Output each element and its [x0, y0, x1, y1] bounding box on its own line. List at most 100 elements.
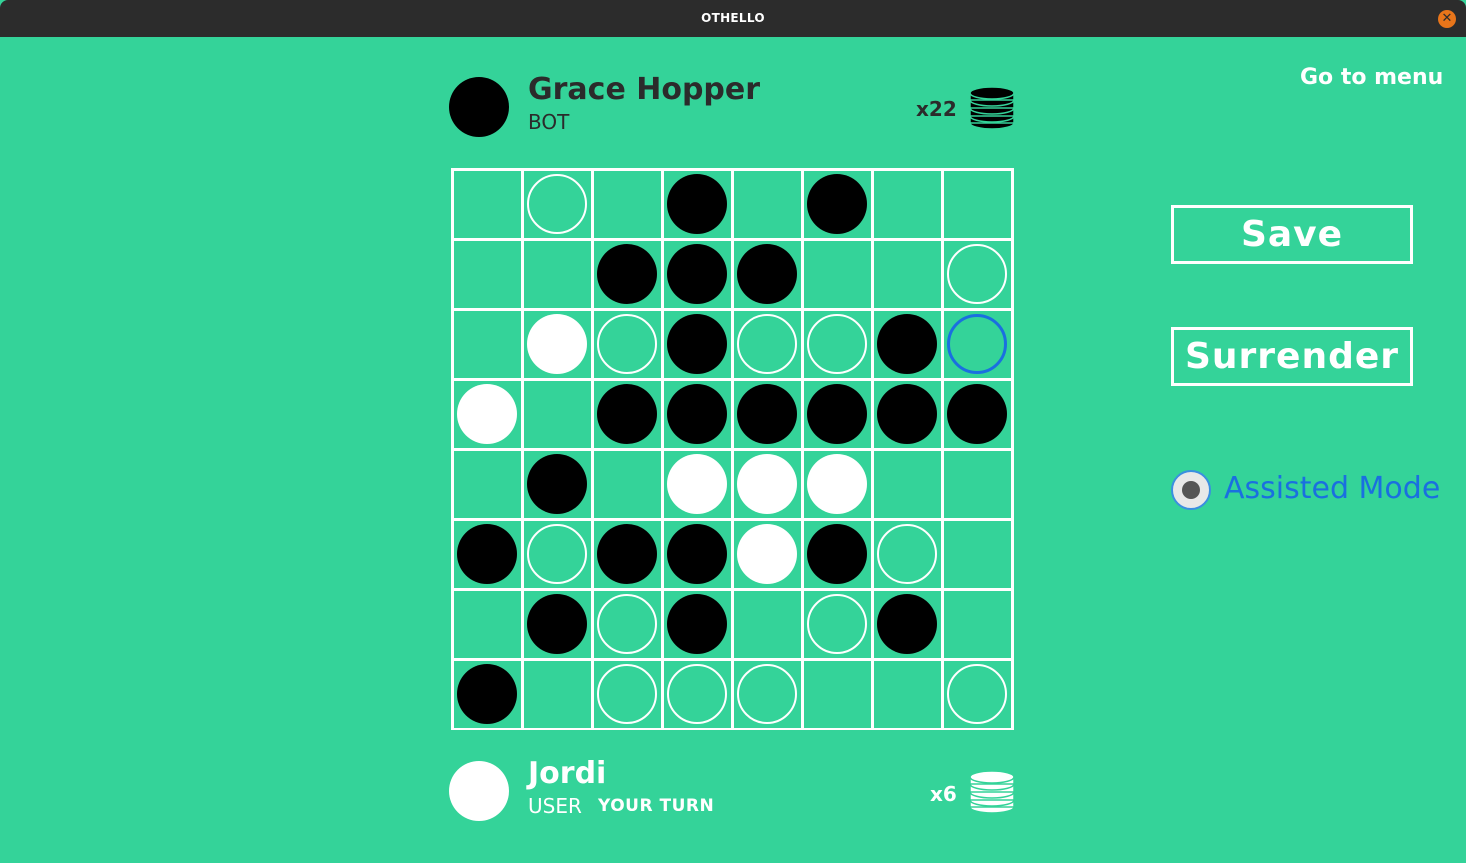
go-to-menu-link[interactable]: Go to menu	[1300, 65, 1443, 90]
board-cell-r4-c5[interactable]	[732, 379, 802, 449]
board-cell-r7-c5[interactable]	[732, 589, 802, 659]
board-cell-r4-c2[interactable]	[522, 379, 592, 449]
assisted-mode-label[interactable]: Assisted Mode	[1224, 471, 1440, 506]
board-cell-r6-c2[interactable]	[522, 519, 592, 589]
radio-dot-icon	[1182, 481, 1200, 499]
black-disc	[667, 384, 727, 444]
board-cell-r7-c4[interactable]	[662, 589, 732, 659]
board-cell-r5-c8[interactable]	[942, 449, 1012, 519]
black-disc	[737, 244, 797, 304]
board-cell-r1-c8[interactable]	[942, 169, 1012, 239]
board-cell-r8-c4[interactable]	[662, 659, 732, 729]
board-cell-r1-c7[interactable]	[872, 169, 942, 239]
move-hint-ring[interactable]	[597, 594, 657, 654]
board-cell-r6-c7[interactable]	[872, 519, 942, 589]
board-cell-r7-c2[interactable]	[522, 589, 592, 659]
board-cell-r5-c4[interactable]	[662, 449, 732, 519]
board-cell-r8-c7[interactable]	[872, 659, 942, 729]
black-coin-stack-icon	[969, 86, 1015, 130]
board-cell-r7-c1[interactable]	[452, 589, 522, 659]
board-cell-r7-c7[interactable]	[872, 589, 942, 659]
board-cell-r6-c4[interactable]	[662, 519, 732, 589]
board-cell-r5-c5[interactable]	[732, 449, 802, 519]
move-hint-ring[interactable]	[807, 314, 867, 374]
move-hint-ring[interactable]	[737, 664, 797, 724]
board-cell-r2-c3[interactable]	[592, 239, 662, 309]
board-cell-r3-c4[interactable]	[662, 309, 732, 379]
close-icon[interactable]: ✕	[1438, 10, 1456, 28]
turn-indicator: YOUR TURN	[598, 796, 715, 816]
board-cell-r8-c2[interactable]	[522, 659, 592, 729]
board-cell-r2-c6[interactable]	[802, 239, 872, 309]
board-cell-r1-c6[interactable]	[802, 169, 872, 239]
board-cell-r7-c3[interactable]	[592, 589, 662, 659]
black-disc	[457, 524, 517, 584]
board-cell-r4-c1[interactable]	[452, 379, 522, 449]
board-cell-r1-c5[interactable]	[732, 169, 802, 239]
board-cell-r4-c6[interactable]	[802, 379, 872, 449]
board-cell-r3-c1[interactable]	[452, 309, 522, 379]
board-cell-r7-c8[interactable]	[942, 589, 1012, 659]
board-cell-r3-c2[interactable]	[522, 309, 592, 379]
move-hint-ring[interactable]	[527, 174, 587, 234]
board-cell-r3-c3[interactable]	[592, 309, 662, 379]
board-cell-r6-c1[interactable]	[452, 519, 522, 589]
board-cell-r8-c8[interactable]	[942, 659, 1012, 729]
title-bar: OTHELLO ✕	[0, 0, 1466, 37]
board-cell-r2-c1[interactable]	[452, 239, 522, 309]
board-cell-r8-c3[interactable]	[592, 659, 662, 729]
board-cell-r6-c8[interactable]	[942, 519, 1012, 589]
move-hint-ring[interactable]	[947, 664, 1007, 724]
board-cell-r1-c3[interactable]	[592, 169, 662, 239]
move-hint-ring[interactable]	[877, 524, 937, 584]
board-cell-r5-c2[interactable]	[522, 449, 592, 519]
board-cell-r5-c1[interactable]	[452, 449, 522, 519]
board-cell-r8-c6[interactable]	[802, 659, 872, 729]
board-cell-r6-c5[interactable]	[732, 519, 802, 589]
board-cell-r2-c4[interactable]	[662, 239, 732, 309]
board-cell-r6-c3[interactable]	[592, 519, 662, 589]
board-cell-r6-c6[interactable]	[802, 519, 872, 589]
board-cell-r1-c4[interactable]	[662, 169, 732, 239]
black-disc	[807, 524, 867, 584]
board-cell-r8-c1[interactable]	[452, 659, 522, 729]
board-cell-r4-c8[interactable]	[942, 379, 1012, 449]
board-cell-r5-c3[interactable]	[592, 449, 662, 519]
save-button[interactable]: Save	[1171, 205, 1413, 264]
black-disc	[597, 524, 657, 584]
move-hint-ring[interactable]	[527, 524, 587, 584]
board-cell-r1-c1[interactable]	[452, 169, 522, 239]
move-hint-ring[interactable]	[807, 594, 867, 654]
user-role: USER	[528, 794, 582, 818]
board-cell-r1-c2[interactable]	[522, 169, 592, 239]
move-hint-ring[interactable]	[597, 314, 657, 374]
board-cell-r7-c6[interactable]	[802, 589, 872, 659]
board-cell-r5-c6[interactable]	[802, 449, 872, 519]
assisted-mode-radio[interactable]	[1171, 470, 1211, 510]
black-disc	[667, 594, 727, 654]
game-screen: Grace Hopper BOT x22 Jordi USER YOUR TUR…	[0, 37, 1466, 863]
board-cell-r5-c7[interactable]	[872, 449, 942, 519]
board-cell-r3-c7[interactable]	[872, 309, 942, 379]
board-cell-r4-c4[interactable]	[662, 379, 732, 449]
board-cell-r2-c8[interactable]	[942, 239, 1012, 309]
board-cell-r3-c6[interactable]	[802, 309, 872, 379]
board-cell-r4-c7[interactable]	[872, 379, 942, 449]
move-hint-ring[interactable]	[947, 244, 1007, 304]
opponent-disc-count: x22	[916, 97, 957, 121]
surrender-button[interactable]: Surrender	[1171, 327, 1413, 386]
board-cell-r3-c8[interactable]	[942, 309, 1012, 379]
board-cell-r8-c5[interactable]	[732, 659, 802, 729]
board-cell-r4-c3[interactable]	[592, 379, 662, 449]
move-hint-ring[interactable]	[597, 664, 657, 724]
opponent-name: Grace Hopper	[528, 72, 761, 107]
move-hint-ring[interactable]	[667, 664, 727, 724]
move-hint-ring[interactable]	[737, 314, 797, 374]
selected-move-hint-ring[interactable]	[947, 314, 1007, 374]
board-cell-r2-c2[interactable]	[522, 239, 592, 309]
board-cell-r2-c5[interactable]	[732, 239, 802, 309]
board-cell-r2-c7[interactable]	[872, 239, 942, 309]
opponent-panel: Grace Hopper BOT x22	[449, 72, 1019, 139]
white-disc	[737, 524, 797, 584]
board-cell-r3-c5[interactable]	[732, 309, 802, 379]
